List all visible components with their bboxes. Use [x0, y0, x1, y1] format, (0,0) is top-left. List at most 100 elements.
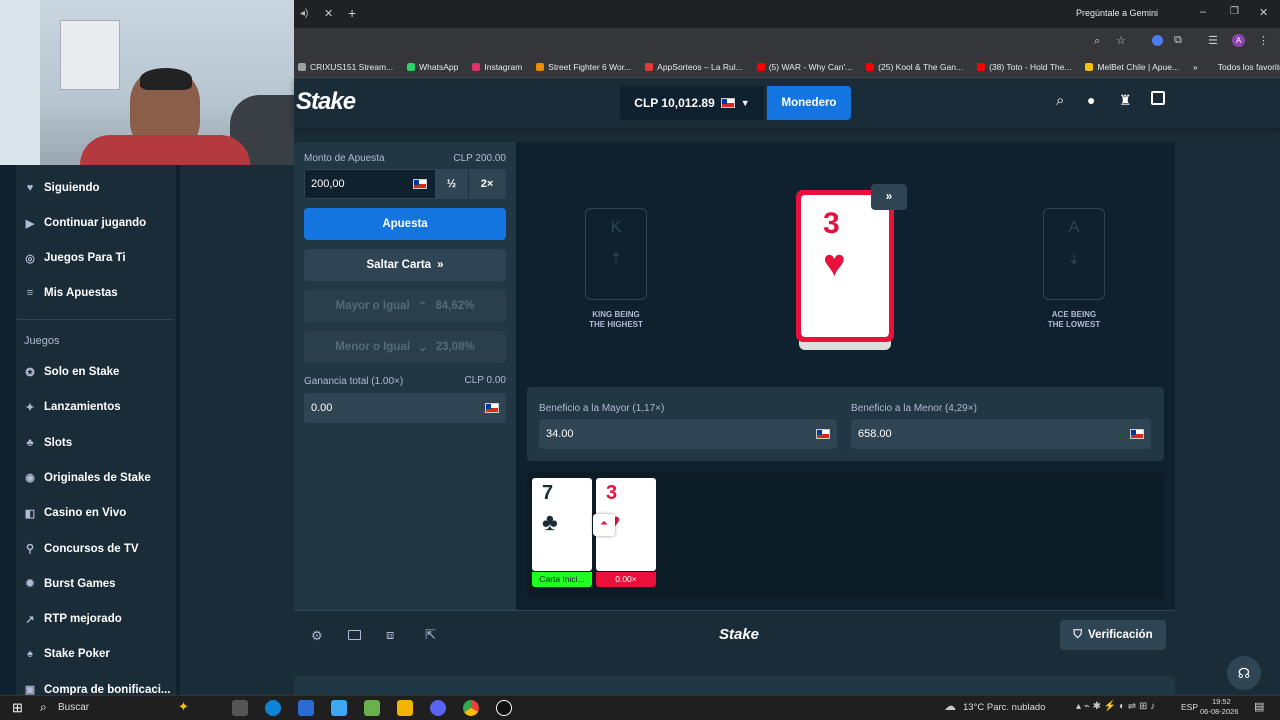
higher-button[interactable]: Mayor o Igual ⌃ 84,62% — [304, 290, 506, 322]
chrome-icon[interactable] — [463, 700, 479, 716]
obs-icon[interactable] — [496, 700, 512, 716]
sidebar-item[interactable]: ♥ Siguiendo — [24, 182, 100, 194]
edge-icon[interactable] — [265, 700, 281, 716]
balance-selector[interactable]: CLP 10,012.89 ▼ — [620, 86, 764, 120]
sidebar-item[interactable]: ✦ Lanzamientos — [24, 401, 120, 414]
minimize-icon[interactable]: – — [1200, 6, 1206, 18]
user-icon[interactable]: ● — [1087, 92, 1095, 108]
bet-button[interactable]: Apuesta — [304, 208, 506, 240]
sidebar-item[interactable]: ✪ Solo en Stake — [24, 366, 119, 379]
bookmark-label: Instagram — [484, 61, 523, 72]
more-bookmarks-icon[interactable]: » — [1193, 62, 1198, 72]
sidebar-item-label: Stake Poker — [44, 648, 110, 661]
support-chat-button[interactable]: ☊ — [1227, 656, 1261, 690]
taskbar-search[interactable]: Buscar — [58, 702, 89, 713]
profile-avatar[interactable]: A — [1232, 34, 1245, 47]
sidebar-item[interactable]: ↗ RTP mejorado — [24, 613, 121, 626]
current-card-rank: 3 — [823, 207, 840, 240]
bookmark-item[interactable]: (5) WAR - Why Can'... — [756, 62, 852, 72]
bookmark-item[interactable]: (25) Kool & The Gan... — [866, 62, 963, 72]
bookmark-item[interactable]: CRIXUS151 Stream... — [298, 62, 393, 72]
search-icon[interactable]: ⌕ — [1056, 92, 1064, 109]
list-icon: ≡ — [26, 287, 34, 299]
notification-center-icon[interactable]: ▤ — [1254, 700, 1264, 713]
sidebar-item[interactable]: ♣ Slots — [24, 437, 72, 449]
bookmark-item[interactable]: (38) Toto - Hold The... — [977, 62, 1071, 72]
browser-tab-bar: ◂) ✕ + Pregúntale a Gemini – ❐ ✕ — [294, 0, 1280, 28]
site-header: Stake CLP 10,012.89 ▼ Monedero ⌕ ● ♜ — [294, 78, 1280, 128]
double-bet-button[interactable]: 2× — [469, 170, 505, 198]
language-indicator[interactable]: ESP — [1181, 702, 1198, 712]
stake-logo[interactable]: Stake — [296, 88, 356, 116]
puzzle-icon[interactable]: ⧉ — [1174, 34, 1182, 47]
explorer-icon[interactable] — [397, 700, 413, 716]
app-icon[interactable] — [331, 700, 347, 716]
half-bet-button[interactable]: ½ — [435, 170, 469, 198]
store-icon[interactable] — [298, 700, 314, 716]
sidebar-toggle-icon[interactable] — [1151, 91, 1165, 105]
taskbar-search-icon[interactable]: ⌕ — [40, 700, 47, 715]
new-tab-icon[interactable]: + — [348, 5, 356, 21]
tray-icons[interactable]: ▴ ⌁ ✱ ⚡ ◐ ⇌ ⊞ ♪ — [1076, 701, 1155, 712]
bookmark-item[interactable]: WhatsApp — [407, 62, 458, 72]
popout-icon[interactable]: ⇱ — [425, 627, 436, 643]
bet-amount-label: Monto de Apuesta — [304, 153, 385, 164]
gemini-button[interactable]: Pregúntale a Gemini — [1076, 8, 1158, 18]
notification-icon[interactable]: ♜ — [1119, 92, 1132, 109]
weather-icon[interactable]: ☁ — [944, 699, 956, 713]
bookmark-item[interactable]: Street Fighter 6 Wor... — [536, 62, 631, 72]
windows-start-icon[interactable]: ⊞ — [12, 700, 23, 716]
sidebar-item[interactable]: ▶ Continuar jugando — [24, 217, 146, 230]
bookmark-item[interactable]: AppSorteos – La Rul... — [645, 62, 743, 72]
sidebar-item[interactable]: ▣ Compra de bonificaci... — [24, 684, 171, 697]
maximize-icon[interactable]: ❐ — [1230, 6, 1239, 17]
all-favorites-folder[interactable]: Todos los favoritos — [1218, 62, 1280, 72]
skip-chevron-button[interactable]: » — [871, 184, 907, 210]
window-close-icon[interactable]: ✕ — [1259, 6, 1268, 19]
settings-icon[interactable]: ⚙ — [311, 628, 323, 644]
double-chevron-right-icon: » — [437, 259, 444, 271]
bookmark-item[interactable]: MelBet Chile | Apue... — [1085, 62, 1179, 72]
task-view-icon[interactable] — [232, 700, 248, 716]
sidebar-item[interactable]: ◎ Juegos Para Ti — [24, 252, 125, 265]
theatre-mode-icon[interactable] — [348, 630, 361, 640]
sidebar-item[interactable]: ◉ Originales de Stake — [24, 472, 151, 485]
sidebar-section-label[interactable]: Juegos — [24, 335, 59, 347]
extension-icon[interactable] — [1152, 35, 1163, 46]
sidebar-item[interactable]: ≡ Mis Apuestas — [24, 287, 118, 299]
club-suit-icon: ♣ — [542, 509, 558, 536]
sidebar-item[interactable]: ◧ Casino en Vivo — [24, 507, 126, 520]
sidepanel-icon[interactable]: ☰ — [1208, 34, 1218, 47]
sidebar-item[interactable]: ✹ Burst Games — [24, 578, 115, 591]
bookmark-star-icon[interactable]: ☆ — [1116, 34, 1126, 47]
clock-time[interactable]: 19:52 — [1212, 697, 1231, 706]
arrow-down-icon: ⌄ — [418, 342, 428, 354]
tab-close-icon[interactable]: ✕ — [324, 7, 333, 20]
copilot-icon[interactable]: ✦ — [178, 699, 189, 715]
sidebar-item[interactable]: ⚲ Concursos de TV — [24, 543, 139, 556]
profit-lower-field: 658.00 — [851, 419, 1151, 449]
bookmark-item[interactable]: Instagram — [472, 62, 522, 72]
current-card: 3 ♥ — [796, 190, 894, 342]
sidebar-item[interactable]: ♠ Stake Poker — [24, 648, 110, 660]
history-card: 7 ♣ — [532, 478, 592, 571]
browser-menu-icon[interactable]: ⋮ — [1258, 34, 1269, 47]
skip-card-button[interactable]: Saltar Carta » — [304, 249, 506, 281]
lower-label: Menor o Igual — [335, 341, 411, 353]
stats-icon[interactable]: ⧈ — [386, 627, 394, 643]
lower-button[interactable]: Menor o Igual ⌄ 23,08% — [304, 331, 506, 363]
discord-icon[interactable] — [430, 700, 446, 716]
tab-audio-icon[interactable]: ◂) — [300, 8, 308, 19]
profit-lower-value: 658.00 — [858, 428, 892, 440]
calculator-icon[interactable] — [364, 700, 380, 716]
bet-amount-input[interactable]: 200,00 — [305, 170, 435, 198]
verification-button[interactable]: ⛉ Verificación — [1060, 620, 1166, 650]
clock-date[interactable]: 06-08-2026 — [1200, 707, 1238, 716]
profit-strip: Beneficio a la Mayor (1,17×) 34.00 Benef… — [527, 387, 1164, 461]
sidebar-item-label: Siguiendo — [44, 182, 100, 194]
zoom-icon[interactable]: ⌕ — [1094, 35, 1100, 48]
weather-text[interactable]: 13°C Parc. nublado — [963, 702, 1046, 713]
wallet-button[interactable]: Monedero — [767, 86, 851, 120]
address-bar[interactable]: ⌕ ☆ ⧉ ☰ A ⋮ — [294, 28, 1280, 56]
play-icon: ▶ — [25, 217, 35, 230]
